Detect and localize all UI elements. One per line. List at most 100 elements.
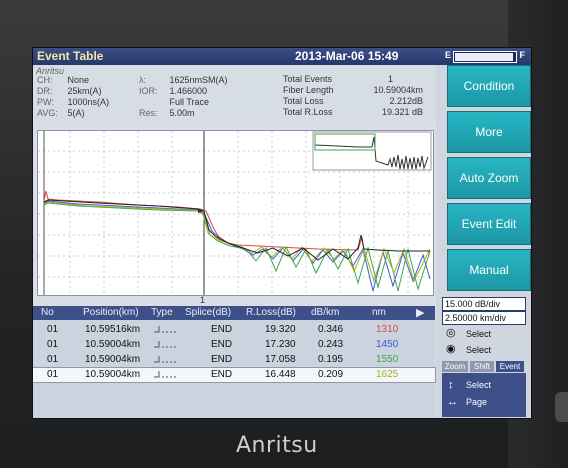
cell-dbkm: 0.346 [318, 324, 344, 335]
param-avg: AVG: 5(A) [37, 108, 85, 118]
cell-rloss: 17.230 [265, 339, 296, 350]
table-row-selected[interactable]: 01 10.59004km END 16.448 0.209 1625 [33, 367, 436, 383]
param-value: Full Trace [169, 97, 210, 107]
otdr-trace-plot[interactable] [37, 130, 434, 296]
param-label: IOR: [139, 86, 158, 96]
select-label-1: Select [466, 329, 492, 339]
cell-no: 01 [47, 324, 59, 335]
battery-full-label: F [519, 50, 526, 60]
total-label: Fiber Length [283, 85, 334, 95]
trace-svg [38, 131, 433, 295]
param-label: PW: [37, 97, 54, 107]
more-button[interactable]: More [447, 111, 531, 153]
param-value: 1000ns(A) [67, 97, 110, 107]
cell-position: 10.59516km [85, 324, 141, 335]
table-row[interactable]: 01 10.59004km END 17.058 0.195 1550 [33, 353, 435, 367]
cell-splice: END [211, 354, 233, 365]
cell-dbkm: 0.195 [318, 354, 344, 365]
km-per-div: 2.50000 km/div [442, 311, 526, 325]
mode-tabs: Zoom Shift Event [442, 361, 524, 372]
table-row[interactable]: 01 10.59516km END 19.320 0.346 1310 [33, 323, 435, 337]
table-header: No Position(km) Type Splice(dB) R.Loss(d… [33, 306, 435, 320]
param-dr: DR: 25km(A) [37, 86, 102, 96]
param-value: 1625nmSM(A) [169, 75, 228, 85]
cell-no: 01 [47, 369, 59, 380]
manual-button[interactable]: Manual [447, 249, 531, 291]
tab-event[interactable]: Event [496, 361, 524, 372]
total-value: 2.212dB [389, 96, 423, 106]
db-per-div: 15.000 dB/div [442, 297, 526, 311]
auto-zoom-button[interactable]: Auto Zoom [447, 157, 531, 199]
col-type: Type [151, 307, 173, 318]
cell-nm: 1450 [376, 339, 399, 350]
battery-empty-label: E [445, 50, 452, 60]
table-next-icon[interactable]: ▶ [416, 306, 424, 319]
event-edit-button[interactable]: Event Edit [447, 203, 531, 245]
nav-page-label: Page [466, 397, 488, 407]
total-value: 19.321 dB [381, 107, 423, 117]
total-rloss: Total R.Loss 19.321 dB [283, 107, 423, 117]
cell-position: 10.59004km [85, 354, 141, 365]
cell-nm: 1310 [376, 324, 399, 335]
end-event-icon [154, 341, 176, 348]
battery-indicator: E F [445, 50, 525, 63]
param-label: CH: [37, 75, 53, 85]
total-value: 10.59004km [373, 85, 423, 95]
param-label: λ: [139, 75, 147, 85]
end-event-icon [154, 356, 176, 363]
cell-position: 10.59004km [85, 369, 141, 380]
col-rloss: R.Loss(dB) [246, 307, 297, 318]
cell-no: 01 [47, 339, 59, 350]
event-marker-label: 1 [200, 295, 206, 305]
col-position: Position(km) [83, 307, 139, 318]
updown-arrow-icon: ↕ [448, 379, 454, 391]
cell-splice: END [211, 369, 233, 380]
cell-splice: END [211, 339, 233, 350]
param-res: Res: 5.00m [139, 108, 195, 118]
nav-select-label: Select [466, 380, 492, 390]
fiber-length: Fiber Length 10.59004km [283, 85, 423, 95]
total-label: Total Events [283, 74, 333, 84]
side-knob[interactable] [555, 392, 568, 422]
cell-rloss: 19.320 [265, 324, 296, 335]
date-time: 2013-Mar-06 15:49 [295, 49, 399, 63]
param-label: AVG: [37, 108, 58, 118]
overview-inset [312, 131, 432, 171]
tab-shift[interactable]: Shift [470, 361, 494, 372]
cell-splice: END [211, 324, 233, 335]
cell-rloss: 17.058 [265, 354, 296, 365]
col-no: No [41, 307, 54, 318]
otdr-screen: Event Table 2013-Mar-06 15:49 E F Anrits… [32, 47, 532, 419]
param-ior: IOR: 1.466000 [139, 86, 207, 96]
param-value: 5.00m [169, 108, 195, 118]
param-ch: CH: None [37, 75, 89, 85]
param-value: 1.466000 [169, 86, 208, 96]
condition-button[interactable]: Condition [447, 65, 531, 107]
col-splice: Splice(dB) [185, 307, 232, 318]
col-nm: nm [372, 307, 386, 318]
cell-dbkm: 0.209 [318, 369, 344, 380]
cell-position: 10.59004km [85, 339, 141, 350]
title-bar: Event Table 2013-Mar-06 15:49 E F [33, 48, 531, 65]
param-value: None [67, 75, 90, 85]
end-event-icon [154, 326, 176, 333]
total-events: Total Events 1 [283, 74, 423, 84]
cell-rloss: 16.448 [265, 369, 296, 380]
measurement-info: Anritsu CH: None DR: 25km(A) PW: 1000ns(… [33, 65, 435, 122]
anritsu-logo: Anritsu [236, 433, 318, 458]
battery-fill [455, 53, 513, 61]
trace-1310 [43, 190, 431, 292]
param-pw: PW: 1000ns(A) [37, 97, 109, 107]
param-label: DR: [37, 86, 53, 96]
param-value: 5(A) [67, 108, 85, 118]
set-knob-icon: ◉ [446, 343, 456, 355]
end-event-icon [154, 371, 176, 378]
arrow-key-help: ↕ Select ↔ Page [442, 373, 526, 417]
param-label: Res: [139, 108, 158, 118]
col-dbkm: dB/km [311, 307, 340, 318]
tab-zoom[interactable]: Zoom [442, 361, 468, 372]
param-value: 25km(A) [67, 86, 102, 96]
cell-nm: 1550 [376, 354, 399, 365]
table-row[interactable]: 01 10.59004km END 17.230 0.243 1450 [33, 338, 435, 352]
total-loss: Total Loss 2.212dB [283, 96, 423, 106]
